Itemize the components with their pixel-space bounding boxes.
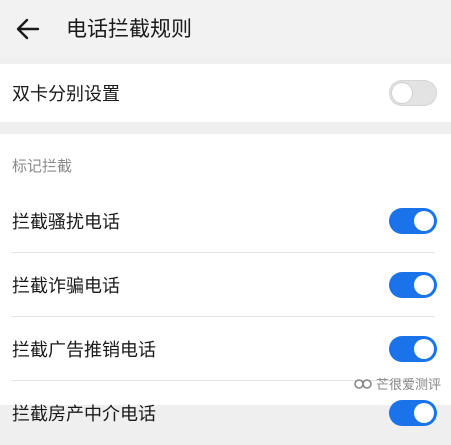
dual-sim-label: 双卡分别设置 [12,84,120,105]
dual-sim-row[interactable]: 双卡分别设置 [0,64,451,122]
toggle-knob [414,403,434,423]
block-agent-toggle[interactable] [389,400,437,426]
watermark-text: 芒很爱测评 [375,378,441,393]
toggle-knob [392,83,412,103]
block-harassment-toggle[interactable] [389,208,437,234]
block-fraud-toggle[interactable] [389,272,437,298]
block-ads-toggle[interactable] [389,336,437,362]
section-header: 标记拦截 [12,157,73,175]
toggle-knob [414,339,434,359]
mark-block-card: 标记拦截 拦截骚扰电话 拦截诈骗电话 拦截广告推销电话 拦截房产中介电话 [0,134,451,426]
arrow-left-icon [16,18,40,40]
watermark: 芒很爱测评 [354,374,441,393]
block-fraud-row[interactable]: 拦截诈骗电话 [0,253,451,317]
block-harassment-row[interactable]: 拦截骚扰电话 [0,189,451,253]
dual-sim-toggle[interactable] [389,80,437,106]
block-fraud-label: 拦截诈骗电话 [12,276,120,297]
block-ads-label: 拦截广告推销电话 [12,340,156,361]
block-agent-label: 拦截房产中介电话 [12,404,156,425]
watermark-logo-icon [354,378,372,389]
toggle-knob [414,211,434,231]
header-bar: 电话拦截规则 [0,0,451,58]
block-harassment-label: 拦截骚扰电话 [12,212,120,233]
back-button[interactable] [12,13,44,45]
dual-sim-card: 双卡分别设置 [0,64,451,122]
toggle-knob [414,275,434,295]
block-ads-row[interactable]: 拦截广告推销电话 [0,317,451,381]
page-title: 电话拦截规则 [66,17,192,41]
